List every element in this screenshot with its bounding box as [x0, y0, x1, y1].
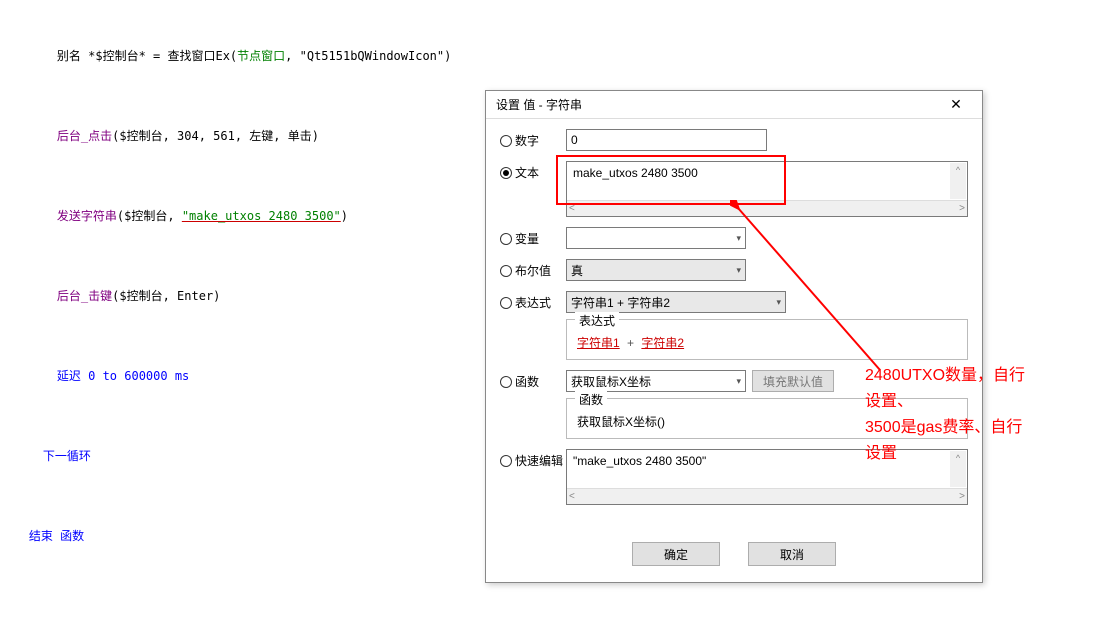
radio-variable[interactable]: 变量 [500, 227, 566, 247]
code-token-highlighted: "make_utxos 2480 3500" [182, 209, 341, 223]
label-quickedit: 快速编辑 [515, 452, 563, 469]
set-value-dialog: 设置 值 - 字符串 ✕ 数字 文本 make_utxos 2480 3500 [485, 90, 983, 583]
chevron-down-icon: ▾ [736, 265, 741, 276]
annotation-line: 设置、 [865, 393, 913, 410]
annotation-text: 2480UTXO数量，自行 设置、 3500是gas费率、自行 设置 [865, 363, 1025, 467]
radio-number[interactable]: 数字 [500, 129, 566, 149]
dialog-title: 设置 值 - 字符串 [496, 96, 582, 113]
groupbox-title: 表达式 [575, 312, 619, 329]
radio-text[interactable]: 文本 [500, 161, 566, 181]
cancel-button[interactable]: 取消 [748, 542, 836, 566]
code-token: , "Qt5151bQWindowIcon") [285, 49, 451, 63]
radio-icon [500, 376, 512, 388]
code-token: 下一循环 [43, 449, 91, 463]
annotation-line: 设置 [865, 445, 897, 462]
label-boolean: 布尔值 [515, 262, 551, 279]
label-function: 函数 [515, 373, 539, 390]
code-token: 别名 *$控制台* = 查找窗口Ex( [57, 49, 237, 63]
radio-icon [500, 167, 512, 179]
annotation-line: 3500是gas费率、自行 [865, 419, 1022, 436]
label-text: 文本 [515, 164, 539, 181]
code-token: 发送字符串 [57, 209, 117, 223]
groupbox-title: 函数 [575, 391, 607, 408]
radio-icon [500, 233, 512, 245]
expression-select[interactable]: 字符串1 + 字符串2 ▾ [566, 291, 786, 313]
code-token: 结束 函数 [29, 529, 84, 543]
close-icon: ✕ [950, 96, 962, 113]
chevron-down-icon: ▾ [736, 233, 741, 244]
scrollbar-horizontal[interactable]: <> [567, 488, 967, 504]
expr-link1[interactable]: 字符串1 [577, 336, 620, 350]
expression-groupbox: 表达式 字符串1 + 字符串2 [566, 319, 968, 360]
radio-function[interactable]: 函数 [500, 370, 566, 390]
code-token: 节点窗口 [237, 49, 285, 63]
variable-select[interactable]: ▾ [566, 227, 746, 249]
close-button[interactable]: ✕ [936, 93, 976, 117]
radio-icon [500, 297, 512, 309]
code-token: ($控制台, [117, 209, 182, 223]
radio-boolean[interactable]: 布尔值 [500, 259, 566, 279]
code-token: ) [341, 209, 348, 223]
function-select[interactable]: 获取鼠标X坐标 ▾ [566, 370, 746, 392]
text-value: make_utxos 2480 3500 [567, 162, 967, 200]
radio-icon [500, 265, 512, 277]
dialog-footer: 确定 取消 [486, 529, 982, 582]
boolean-select[interactable]: 真 ▾ [566, 259, 746, 281]
radio-icon [500, 455, 512, 467]
fill-defaults-button[interactable]: 填充默认值 [752, 370, 834, 392]
function-value: 获取鼠标X坐标 [571, 373, 651, 390]
scrollbar-vertical[interactable]: ^ [950, 163, 966, 199]
code-token: 延迟 0 to 600000 ms [57, 369, 189, 383]
script-code-block: 别名 *$控制台* = 查找窗口Ex(节点窗口, "Qt5151bQWindow… [0, 0, 451, 576]
code-token: 后台_击键 [57, 289, 112, 303]
text-textarea[interactable]: make_utxos 2480 3500 ^ <> [566, 161, 968, 217]
scrollbar-horizontal[interactable]: <> [567, 200, 967, 216]
label-expression: 表达式 [515, 294, 551, 311]
radio-icon [500, 135, 512, 147]
code-token: 后台_点击 [57, 129, 112, 143]
chevron-down-icon: ▾ [736, 376, 741, 387]
expr-link2[interactable]: 字符串2 [641, 336, 684, 350]
label-variable: 变量 [515, 230, 539, 247]
boolean-value: 真 [571, 262, 583, 279]
number-input[interactable] [566, 129, 767, 151]
code-token: ($控制台, Enter) [112, 289, 220, 303]
plus-icon: + [623, 336, 638, 350]
expression-value: 字符串1 + 字符串2 [571, 294, 670, 311]
chevron-down-icon: ▾ [776, 297, 781, 308]
dialog-titlebar: 设置 值 - 字符串 ✕ [486, 91, 982, 119]
ok-button[interactable]: 确定 [632, 542, 720, 566]
radio-expression[interactable]: 表达式 [500, 291, 566, 311]
radio-quickedit[interactable]: 快速编辑 [500, 449, 566, 469]
annotation-line: 2480UTXO数量，自行 [865, 367, 1025, 384]
label-number: 数字 [515, 132, 539, 149]
code-token: ($控制台, 304, 561, 左键, 单击) [112, 129, 319, 143]
